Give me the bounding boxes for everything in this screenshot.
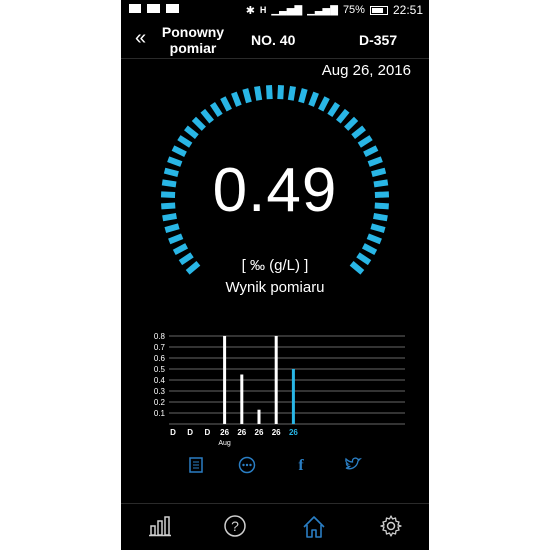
gauge-segment bbox=[220, 96, 232, 112]
history-chart-icon[interactable] bbox=[148, 514, 174, 540]
mail-notification-icon bbox=[166, 4, 179, 13]
gauge-segment bbox=[209, 102, 223, 118]
notes-icon[interactable] bbox=[187, 456, 207, 476]
y-tick-label: 0.8 bbox=[154, 332, 166, 341]
gauge-segment bbox=[351, 125, 366, 139]
battery-icon bbox=[369, 5, 388, 15]
gauge-segment bbox=[318, 96, 330, 112]
result-label: Wynik pomiaru bbox=[225, 279, 325, 296]
gauge-segment bbox=[200, 108, 214, 124]
history-bar-chart: 0.1 0.2 0.3 0.4 0.5 0.6 0.7 0.8 D D D 26 26 26 26 26 Aug bbox=[154, 332, 405, 447]
x-tick-label: 26 bbox=[272, 428, 281, 437]
device-id: D-357 bbox=[359, 32, 398, 48]
x-tick-label: D bbox=[205, 428, 211, 437]
twitter-icon[interactable] bbox=[343, 456, 363, 476]
gauge-segment bbox=[308, 91, 319, 107]
y-tick-label: 0.5 bbox=[154, 365, 166, 374]
help-glyph: ? bbox=[231, 518, 239, 534]
gauge-segment bbox=[231, 91, 242, 107]
header-bar: « Ponowny pomiar NO. 40 D-357 bbox=[121, 22, 429, 58]
y-tick-label: 0.1 bbox=[154, 409, 166, 418]
gauge-segment bbox=[327, 102, 341, 118]
x-tick-label: 26 bbox=[220, 428, 229, 437]
signal-icon-2: ▁▃▅▇ bbox=[307, 4, 338, 16]
gauge-segment bbox=[177, 135, 193, 148]
image-notification-icon bbox=[147, 4, 160, 13]
gauge-segment bbox=[184, 125, 199, 139]
y-tick-label: 0.3 bbox=[154, 387, 166, 396]
gauge-segment bbox=[254, 85, 263, 101]
gauge-segment bbox=[298, 88, 308, 104]
result-value: 0.49 bbox=[212, 156, 338, 225]
gauge-segment bbox=[336, 108, 350, 124]
x-tick-label: 26 bbox=[289, 428, 298, 437]
bottom-navigation: ? bbox=[121, 503, 429, 550]
y-tick-label: 0.2 bbox=[154, 398, 166, 407]
x-tick-label: 26 bbox=[255, 428, 264, 437]
x-tick-label: D bbox=[187, 428, 193, 437]
gauge-segment bbox=[366, 233, 382, 245]
settings-gear-icon[interactable] bbox=[379, 514, 405, 540]
app-screen: ✱ H ▁▃▅▇ ▁▃▅▇ 75% 22:51 « Ponowny pomiar… bbox=[121, 0, 429, 550]
clock: 22:51 bbox=[392, 3, 423, 17]
signal-icon: ▁▃▅▇ bbox=[271, 4, 303, 16]
share-row: f bbox=[121, 456, 429, 476]
chart-bar bbox=[291, 369, 295, 424]
chart-bar bbox=[240, 374, 244, 424]
header-divider bbox=[121, 58, 429, 59]
help-icon[interactable]: ? bbox=[223, 514, 249, 540]
chevron-double-left-icon[interactable]: « bbox=[135, 28, 146, 48]
remeasure-button[interactable]: Ponowny pomiar bbox=[157, 24, 229, 56]
x-tick-label: 26 bbox=[237, 428, 246, 437]
y-tick-label: 0.4 bbox=[154, 376, 166, 385]
chart-bar bbox=[274, 336, 278, 424]
facebook-icon[interactable]: f bbox=[291, 456, 311, 476]
chart-bar bbox=[257, 409, 261, 424]
gauge-segment bbox=[370, 223, 386, 233]
gauge-segment bbox=[361, 243, 378, 256]
measurement-number: NO. 40 bbox=[251, 32, 296, 48]
x-tick-label: D bbox=[170, 428, 176, 437]
gauge-segment bbox=[168, 233, 184, 245]
gauge-segment bbox=[363, 145, 379, 158]
gauge-segment bbox=[242, 88, 252, 104]
gauge-segment bbox=[265, 85, 273, 100]
home-icon[interactable] bbox=[301, 514, 327, 540]
y-tick-label: 0.6 bbox=[154, 354, 166, 363]
gauge-segment bbox=[172, 243, 189, 256]
gauge-segment bbox=[164, 223, 180, 233]
gauge-segment bbox=[171, 145, 187, 158]
sms-icon[interactable] bbox=[237, 456, 257, 476]
y-tick-label: 0.7 bbox=[154, 343, 166, 352]
gauge-segment bbox=[357, 135, 373, 148]
x-month-label: Aug bbox=[218, 440, 231, 447]
battery-percent: 75% bbox=[342, 4, 365, 16]
network-type: H bbox=[259, 5, 267, 15]
gauge-segment bbox=[344, 116, 359, 131]
result-unit: [ ‰ (g/L) ] bbox=[241, 257, 309, 274]
bluetooth-icon: ✱ bbox=[245, 4, 255, 17]
status-bar: ✱ H ▁▃▅▇ ▁▃▅▇ 75% 22:51 bbox=[121, 0, 429, 22]
message-notification-icon bbox=[129, 4, 141, 13]
gauge-segment bbox=[277, 85, 285, 100]
gauge-segment bbox=[191, 116, 206, 131]
gauge-segment bbox=[287, 85, 296, 101]
chart-bar bbox=[223, 336, 227, 424]
